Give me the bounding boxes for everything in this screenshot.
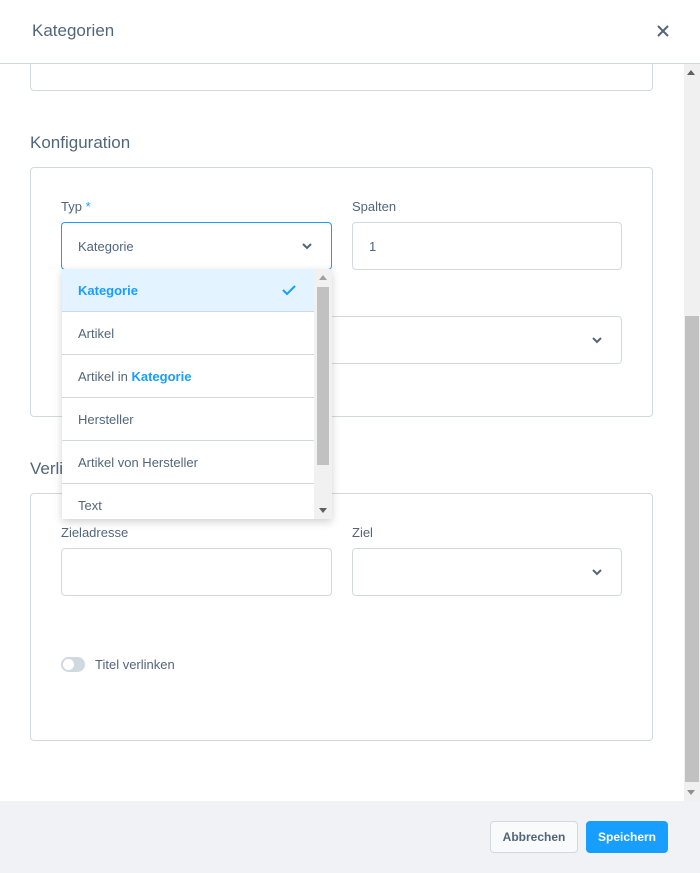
typ-dropdown-list: Kategorie Artikel Artikel in Kategorie H…	[62, 269, 332, 519]
dropdown-scrollbar[interactable]	[314, 269, 332, 519]
typ-label-text: Typ	[61, 199, 82, 214]
dropdown-option-artikel[interactable]: Artikel	[62, 312, 314, 355]
scroll-up-arrow-icon[interactable]	[687, 70, 695, 75]
option-label: Artikel	[78, 326, 115, 341]
toggle-knob	[63, 659, 74, 670]
chevron-down-icon	[592, 337, 602, 344]
scroll-down-arrow-icon[interactable]	[687, 790, 695, 795]
typ-select-value: Kategorie	[78, 239, 134, 254]
scroll-down-arrow-icon[interactable]	[319, 508, 327, 513]
titel-verlinken-label: Titel verlinken	[95, 657, 175, 672]
option-highlight: Kategorie	[131, 369, 192, 384]
required-marker: *	[85, 199, 91, 214]
typ-select[interactable]: Kategorie	[61, 222, 332, 270]
close-icon	[657, 25, 669, 37]
ziel-label: Ziel	[352, 525, 373, 540]
save-button[interactable]: Speichern	[586, 821, 668, 853]
titel-verlinken-toggle[interactable]	[61, 657, 85, 672]
checkmark-icon	[282, 285, 296, 296]
option-label: Artikel in	[78, 369, 132, 384]
modal-scrollbar[interactable]	[684, 64, 700, 801]
zieladresse-input[interactable]	[61, 548, 332, 596]
close-button[interactable]	[654, 20, 672, 42]
dropdown-option-text[interactable]: Text	[62, 484, 314, 519]
option-label: Hersteller	[78, 412, 134, 427]
scroll-up-arrow-icon[interactable]	[319, 275, 327, 280]
zieladresse-label: Zieladresse	[61, 525, 129, 540]
dropdown-option-hersteller[interactable]: Hersteller	[62, 398, 314, 441]
section-title-konfiguration: Konfiguration	[30, 133, 131, 152]
modal-header: Kategorien	[0, 0, 700, 64]
typ-label: Typ *	[61, 199, 91, 214]
modal-scroll-thumb[interactable]	[685, 316, 699, 782]
option-label: Artikel von Hersteller	[78, 455, 198, 470]
modal-title: Kategorien	[32, 21, 115, 40]
spalten-input[interactable]: 1	[352, 222, 622, 270]
dropdown-option-artikel-von-hersteller[interactable]: Artikel von Hersteller	[62, 441, 314, 484]
option-label: Text	[78, 498, 102, 513]
option-label: Kategorie	[78, 283, 138, 298]
modal-body: Konfiguration Typ * Kategorie Spalten 1 …	[0, 64, 685, 801]
previous-field[interactable]	[30, 64, 653, 91]
spalten-input-value: 1	[369, 239, 377, 254]
dropdown-scroll-thumb[interactable]	[317, 287, 329, 465]
spalten-label: Spalten	[352, 199, 397, 214]
second-select[interactable]	[320, 316, 622, 364]
dropdown-option-artikel-in-kategorie[interactable]: Artikel in Kategorie	[62, 355, 314, 398]
dropdown-option-kategorie[interactable]: Kategorie	[62, 269, 314, 312]
modal-footer: Abbrechen Speichern	[0, 801, 700, 873]
chevron-down-icon	[592, 569, 602, 576]
cancel-button[interactable]: Abbrechen	[490, 821, 578, 853]
chevron-down-icon	[302, 243, 312, 250]
section-title-verlinkung: Verli	[30, 459, 64, 478]
ziel-select[interactable]	[352, 548, 622, 596]
